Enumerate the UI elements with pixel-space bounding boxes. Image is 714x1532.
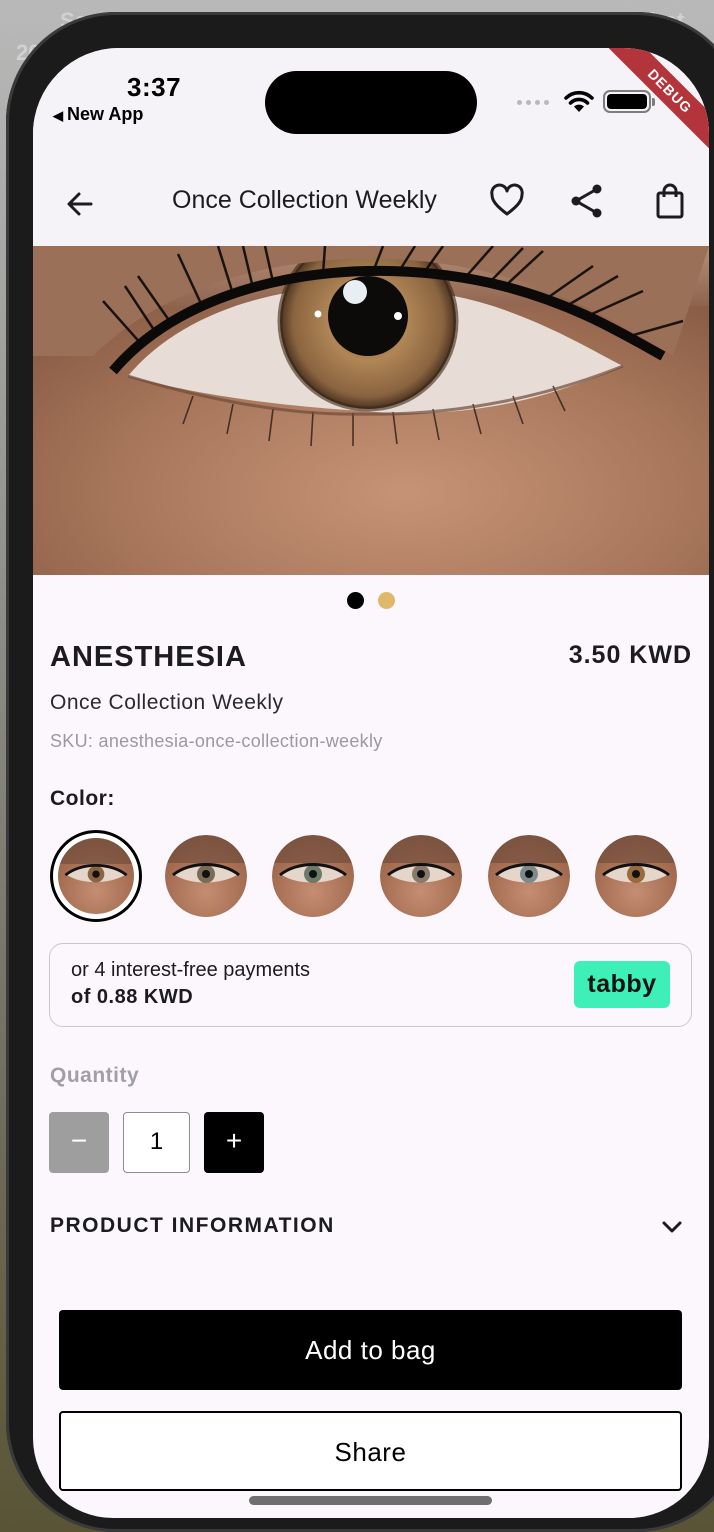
quantity-increase-button[interactable]: +	[204, 1112, 264, 1173]
quantity-value: 1	[123, 1112, 190, 1173]
eye-product-image	[33, 246, 709, 575]
carousel-dot-active[interactable]	[347, 592, 364, 609]
status-bar: 3:37 ◀ New App DEBUG	[33, 48, 709, 168]
installments-line2: of 0.88 KWD	[71, 986, 194, 1008]
carousel-indicator	[33, 592, 709, 609]
color-swatch-list	[50, 830, 690, 922]
product-name: ANESTHESIA	[50, 641, 247, 673]
app-screen: 3:37 ◀ New App DEBUG Once Collection Week…	[33, 48, 709, 1518]
back-to-app-label: New App	[67, 104, 144, 124]
shopping-bag-icon[interactable]	[650, 181, 690, 221]
dynamic-island	[265, 71, 477, 134]
share-icon[interactable]	[567, 181, 607, 221]
chevron-down-icon[interactable]	[659, 1214, 685, 1240]
product-information-toggle[interactable]: PRODUCT INFORMATION	[50, 1214, 335, 1238]
color-swatch[interactable]	[165, 835, 247, 917]
color-swatch[interactable]	[488, 835, 570, 917]
status-time: 3:37	[127, 72, 182, 102]
color-label: Color:	[50, 787, 115, 810]
phone-frame: 3:37 ◀ New App DEBUG Once Collection Week…	[6, 12, 714, 1532]
share-button[interactable]: Share	[59, 1411, 682, 1491]
wifi-icon	[564, 90, 594, 112]
heart-icon[interactable]	[487, 181, 527, 221]
product-price: 3.50 KWD	[568, 641, 692, 669]
color-swatch[interactable]	[380, 835, 462, 917]
quantity-decrease-button[interactable]: −	[49, 1112, 109, 1173]
tabby-installments-card[interactable]: or 4 interest-free payments of 0.88 KWD …	[49, 943, 692, 1027]
battery-icon	[603, 90, 655, 113]
add-to-bag-button[interactable]: Add to bag	[59, 1310, 682, 1390]
color-swatch[interactable]	[272, 835, 354, 917]
product-collection: Once Collection Weekly	[50, 691, 284, 714]
back-arrow-icon[interactable]	[61, 184, 101, 224]
app-bar: Once Collection Weekly	[33, 168, 709, 246]
quantity-label: Quantity	[50, 1064, 140, 1087]
tabby-logo: tabby	[574, 961, 670, 1008]
home-indicator[interactable]	[249, 1496, 492, 1505]
product-image-carousel[interactable]	[33, 246, 709, 575]
cellular-dots-icon	[517, 100, 549, 105]
back-to-app-link[interactable]: ◀ New App	[53, 104, 143, 125]
back-triangle-icon: ◀	[53, 108, 63, 123]
color-swatch[interactable]	[595, 835, 677, 917]
page-title: Once Collection Weekly	[172, 186, 437, 214]
carousel-dot[interactable]	[378, 592, 395, 609]
color-swatch-selected[interactable]	[50, 830, 142, 922]
product-sku: SKU: anesthesia-once-collection-weekly	[50, 731, 383, 751]
installments-line1: or 4 interest-free payments	[71, 959, 310, 981]
